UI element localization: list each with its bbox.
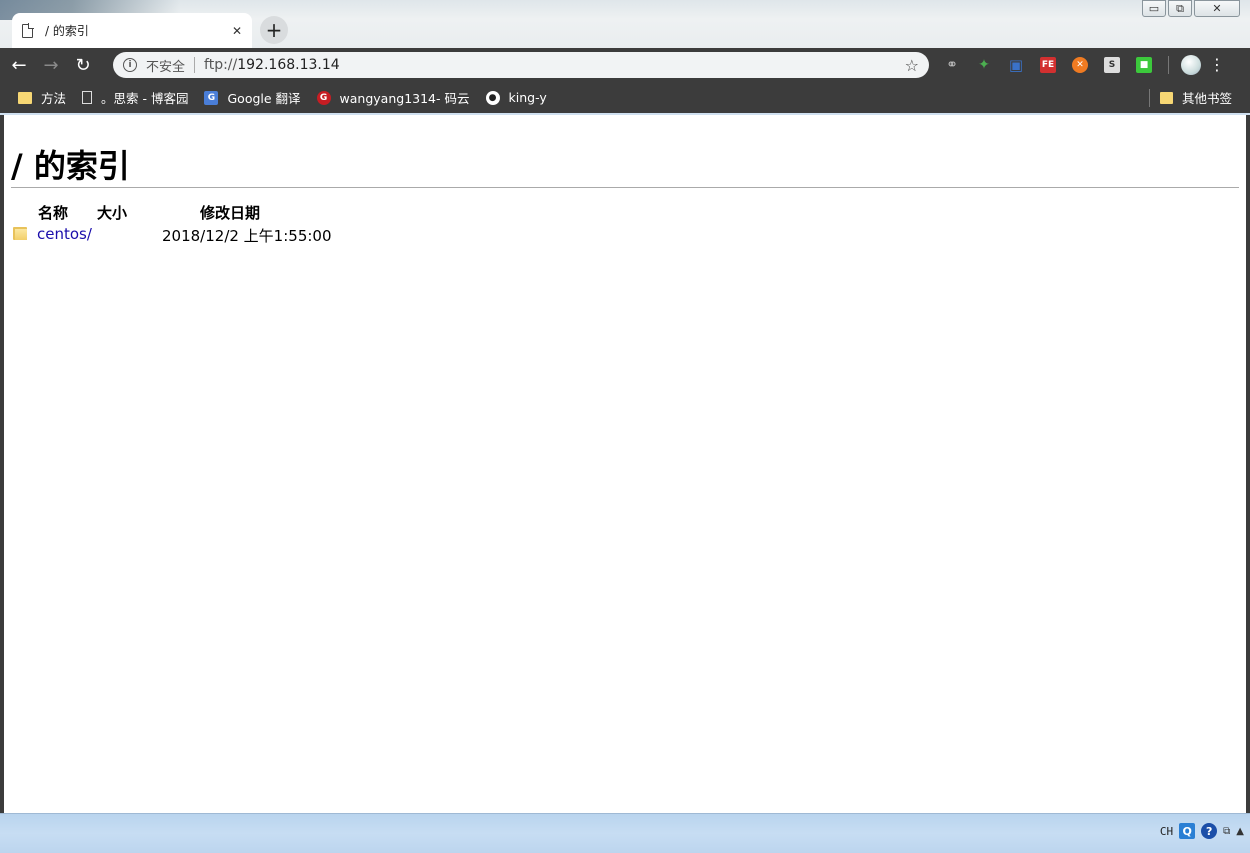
puzzle-extension-glyph: ✦	[978, 57, 990, 73]
green-square-extension-glyph: ■	[1136, 57, 1152, 73]
menu-dots-icon[interactable]: ⋮	[1209, 57, 1225, 73]
browser-toolbar: ← → ↻ i 不安全 ftp://192.168.13.14 ☆ ⚭ ✦ ▣ …	[0, 48, 1250, 82]
bookmarks-bar: 方法 。思索 - 博客园 G Google 翻译 G wangyang1314-…	[0, 82, 1250, 113]
fe-extension-icon[interactable]: FE	[1036, 53, 1060, 77]
column-header-size[interactable]: 大小	[97, 202, 127, 223]
s-extension-glyph: S	[1104, 57, 1120, 73]
gitee-icon: G	[316, 90, 331, 105]
show-hidden-icons-icon[interactable]: ▲	[1236, 826, 1244, 837]
link-extension-icon[interactable]: ⚭	[940, 53, 964, 77]
security-label[interactable]: 不安全	[146, 56, 185, 75]
url-host: 192.168.13.14	[237, 57, 340, 73]
system-tray: CH Q ? ⧉ ▲	[1160, 823, 1244, 839]
input-language-indicator[interactable]: CH	[1160, 825, 1173, 838]
bookmark-github[interactable]: ● king-y	[485, 90, 547, 105]
green-square-extension-icon[interactable]: ■	[1132, 53, 1156, 77]
folder-icon	[1159, 91, 1173, 104]
q-tray-icon[interactable]: Q	[1179, 823, 1196, 839]
url-scheme: ftp://	[204, 57, 238, 73]
bookmark-label: 方法	[41, 91, 67, 106]
page-content: / 的索引 名称 大小 修改日期 centos/ 2018/12/2 上午1:5…	[4, 115, 1246, 813]
network-tray-icon[interactable]: ⧉	[1223, 826, 1230, 837]
directory-link[interactable]: centos/	[37, 225, 92, 243]
other-bookmarks-label: 其他书签	[1181, 91, 1232, 106]
puzzle-extension-icon[interactable]: ✦	[972, 53, 996, 77]
toolbar-divider	[1168, 56, 1169, 74]
window-border-right	[1246, 115, 1250, 815]
window-controls: ▭ ⧉ ✕	[1142, 0, 1240, 17]
profile-avatar[interactable]	[1181, 55, 1201, 75]
s-extension-icon[interactable]: S	[1100, 53, 1124, 77]
page-icon	[82, 91, 93, 104]
other-bookmarks-folder[interactable]: 其他书签	[1159, 88, 1232, 107]
column-header-name[interactable]: 名称	[38, 202, 68, 223]
address-bar[interactable]: i 不安全 ftp://192.168.13.14 ☆	[113, 52, 929, 78]
column-header-modified[interactable]: 修改日期	[200, 202, 260, 223]
heading-divider	[11, 187, 1239, 188]
browser-tab-active[interactable]: / 的索引 ✕	[12, 13, 252, 48]
bookmark-star-icon[interactable]: ☆	[905, 56, 919, 75]
tab-close-icon[interactable]: ✕	[232, 24, 242, 38]
reload-button[interactable]: ↻	[70, 52, 96, 78]
bookmark-google-translate[interactable]: G Google 翻译	[204, 88, 301, 107]
save-extension-icon[interactable]: ▣	[1004, 53, 1028, 77]
bookmark-label: wangyang1314- 码云	[339, 91, 470, 106]
page-title: / 的索引	[11, 147, 130, 185]
close-window-button[interactable]: ✕	[1194, 0, 1240, 17]
fe-extension-glyph: FE	[1040, 57, 1056, 73]
windows-taskbar: CH Q ? ⧉ ▲	[0, 813, 1250, 853]
back-button[interactable]: ←	[6, 52, 32, 78]
orange-extension-glyph: ✕	[1072, 57, 1088, 73]
omnibox-divider	[194, 57, 196, 73]
extensions-bar: ⚭ ✦ ▣ FE ✕ S ■ ⋮	[940, 53, 1225, 77]
help-tray-icon[interactable]: ?	[1201, 823, 1218, 839]
url-text[interactable]: ftp://192.168.13.14	[204, 57, 340, 73]
folder-icon	[13, 225, 28, 240]
modified-date: 2018/12/2 上午1:55:00	[162, 227, 332, 245]
github-icon: ●	[485, 90, 500, 105]
new-tab-button[interactable]: +	[260, 16, 288, 44]
bookmarks-divider	[1149, 88, 1150, 107]
forward-button[interactable]: →	[38, 52, 64, 78]
bookmark-label: king-y	[508, 90, 547, 105]
window-titlebar: ▭ ⧉ ✕ / 的索引 ✕ +	[0, 0, 1250, 48]
maximize-button[interactable]: ⧉	[1168, 0, 1192, 17]
google-translate-icon: G	[204, 90, 219, 105]
minimize-button[interactable]: ▭	[1142, 0, 1166, 17]
orange-extension-icon[interactable]: ✕	[1068, 53, 1092, 77]
bookmark-label: Google 翻译	[227, 91, 301, 106]
bookmark-folder-methods[interactable]: 方法	[18, 88, 66, 107]
bookmark-label: 。思索 - 博客园	[101, 91, 189, 106]
folder-icon	[18, 91, 32, 104]
bookmark-gitee[interactable]: G wangyang1314- 码云	[316, 88, 470, 107]
bookmark-cnblogs[interactable]: 。思索 - 博客园	[82, 88, 188, 107]
info-icon[interactable]: i	[123, 58, 137, 72]
table-row: centos/ 2018/12/2 上午1:55:00	[13, 225, 613, 245]
tab-title: / 的索引	[45, 24, 89, 38]
save-extension-glyph: ▣	[1008, 56, 1024, 74]
page-icon	[22, 22, 34, 38]
link-extension-glyph: ⚭	[946, 57, 958, 73]
